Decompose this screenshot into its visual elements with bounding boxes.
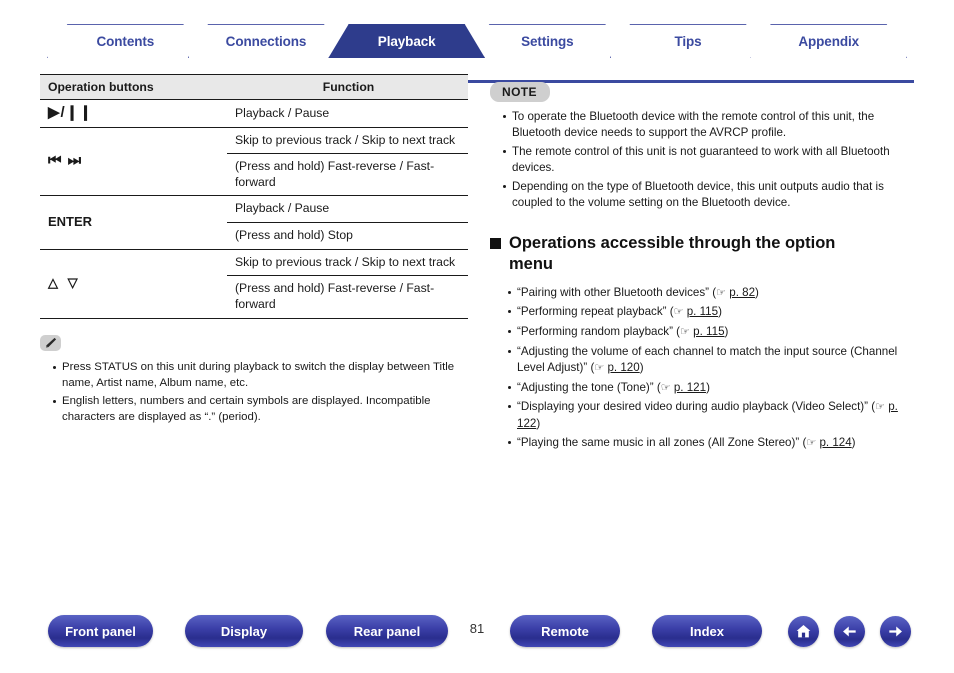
function-cell: (Press and hold) Fast-reverse / Fast-for… (227, 153, 468, 197)
table-row: ⏮ ⏭ Skip to previous track / Skip to next… (40, 127, 468, 197)
page-number: 81 (469, 621, 485, 636)
function-cell: Skip to previous track / Skip to next tr… (227, 249, 468, 277)
option-menu-link-text: “Performing repeat playback” (517, 305, 667, 319)
function-cell: Playback / Pause (227, 195, 468, 224)
tab-settings[interactable]: Settings (469, 24, 626, 58)
table-row: ▶/❙❙ Playback / Pause (40, 99, 468, 128)
note-block: NOTE To operate the Bluetooth device wit… (490, 82, 918, 211)
pencil-icon (40, 334, 61, 351)
operation-button-symbol: ⏮ ⏭ (48, 152, 83, 170)
list-item: Depending on the type of Bluetooth devic… (503, 179, 918, 211)
function-cell: (Press and hold) Fast-reverse / Fast-for… (227, 275, 468, 319)
tab-appendix[interactable]: Appendix (750, 24, 908, 58)
option-menu-heading: Operations accessible through the option… (490, 233, 918, 276)
pointing-hand-icon: ☞ (673, 306, 684, 319)
pencil-note-block: Press STATUS on this unit during playbac… (40, 334, 468, 426)
option-menu-link-item: “Adjusting the tone (Tone)” (☞ p. 121) (508, 380, 918, 397)
option-menu-link-item: “Playing the same music in all zones (Al… (508, 435, 918, 452)
pointing-hand-icon: ☞ (680, 326, 690, 338)
option-menu-link-item: “Adjusting the volume of each channel to… (508, 344, 918, 377)
option-menu-link-text: “Adjusting the volume of each channel to… (517, 344, 898, 375)
left-column: Operation buttons Function ▶/❙❙ Playback … (40, 74, 468, 429)
forward-arrow-icon[interactable] (880, 616, 911, 647)
pencil-badge-wrap (40, 334, 468, 354)
footer-button-display[interactable]: Display (185, 615, 303, 647)
option-menu-link-item: “Performing repeat playback” (☞ p. 115) (508, 304, 918, 321)
option-menu-link-item: “Displaying your desired video during au… (508, 399, 918, 432)
tab-label: Contents (96, 34, 155, 49)
option-menu-link-text: “Pairing with other Bluetooth devices” (517, 285, 710, 299)
function-cell: Skip to previous track / Skip to next tr… (227, 127, 468, 155)
pointing-hand-icon: ☞ (806, 437, 817, 450)
tab-label: Settings (521, 34, 574, 49)
option-menu-link-item: “Performing random playback” (☞ p. 115) (508, 324, 918, 341)
footer-button-rear-panel[interactable]: Rear panel (326, 615, 448, 647)
option-menu-link-text: “Displaying your desired video during au… (517, 400, 869, 414)
tab-label: Connections (225, 34, 307, 49)
operation-button-cell: ▶/❙❙ (40, 99, 227, 128)
page-reference-link[interactable]: p. 124 (819, 436, 851, 449)
pointing-hand-icon: ☞ (594, 362, 605, 375)
page-reference-link[interactable]: p. 82 (729, 286, 755, 299)
footer-navbar: Front panel Display Rear panel 81 Remote… (0, 615, 954, 655)
home-icon[interactable] (788, 616, 819, 647)
column-header-function: Function (227, 74, 468, 100)
tab-contents[interactable]: Contents (47, 24, 204, 58)
table-row: △ ▽ Skip to previous track / Skip to next… (40, 249, 468, 319)
option-menu-link-item: “Pairing with other Bluetooth devices” (… (508, 285, 918, 302)
option-menu-link-text: “Performing random playback” (517, 325, 673, 338)
list-item: The remote control of this unit is not g… (503, 144, 918, 176)
tab-playback[interactable]: Playback (328, 24, 486, 58)
note-badge: NOTE (490, 82, 550, 102)
operation-button-cell: ENTER (40, 195, 227, 250)
operation-button-symbol: △ ▽ (48, 275, 81, 291)
tab-label: Tips (674, 34, 702, 49)
pencil-note-list: Press STATUS on this unit during playbac… (40, 360, 468, 426)
page-reference-link[interactable]: p. 120 (607, 361, 639, 374)
table-row: ENTER Playback / Pause (40, 195, 468, 250)
pointing-hand-icon: ☞ (660, 381, 671, 394)
pointing-hand-icon: ☞ (716, 286, 727, 299)
tab-list: Contents Connections Playback Settings Tips A… (0, 22, 954, 58)
page-reference-link[interactable]: p. 115 (687, 305, 718, 318)
column-header-operation-buttons: Operation buttons (40, 74, 227, 100)
tab-connections[interactable]: Connections (187, 24, 345, 58)
page-reference-link[interactable]: p. 121 (674, 381, 706, 394)
square-bullet-icon (490, 237, 501, 249)
list-item: To operate the Bluetooth device with the… (503, 109, 918, 141)
tab-label: Appendix (798, 34, 860, 49)
function-cell: (Press and hold) Stop (227, 222, 468, 250)
operation-button-cell: △ ▽ (40, 249, 227, 319)
table-header-row: Operation buttons Function (40, 74, 468, 100)
list-item: Press STATUS on this unit during playbac… (53, 360, 468, 391)
operation-buttons-table: Operation buttons Function ▶/❙❙ Playback … (40, 74, 468, 319)
operation-button-symbol: ▶/❙❙ (48, 104, 93, 121)
option-menu-link-list: “Pairing with other Bluetooth devices” (… (490, 285, 918, 452)
pointing-hand-icon: ☞ (875, 401, 885, 414)
main-tabbar: Contents Connections Playback Settings Tips A… (0, 22, 954, 83)
option-menu-link-text: “Playing the same music in all zones (Al… (517, 436, 800, 450)
footer-button-remote[interactable]: Remote (510, 615, 620, 647)
option-menu-heading-text: Operations accessible through the option… (509, 233, 836, 274)
right-column: NOTE To operate the Bluetooth device wit… (490, 82, 918, 455)
back-arrow-icon[interactable] (834, 616, 865, 647)
tab-tips[interactable]: Tips (609, 24, 767, 58)
operation-button-label: ENTER (48, 214, 93, 230)
footer-button-index[interactable]: Index (652, 615, 762, 647)
tab-label: Playback (377, 34, 436, 49)
function-cell: Playback / Pause (227, 99, 468, 128)
page-reference-link[interactable]: p. 115 (693, 325, 724, 338)
list-item: English letters, numbers and certain sym… (53, 394, 468, 425)
operation-button-cell: ⏮ ⏭ (40, 127, 227, 197)
footer-button-front-panel[interactable]: Front panel (48, 615, 153, 647)
note-list: To operate the Bluetooth device with the… (490, 109, 918, 211)
option-menu-link-text: “Adjusting the tone (Tone)” (517, 380, 654, 394)
